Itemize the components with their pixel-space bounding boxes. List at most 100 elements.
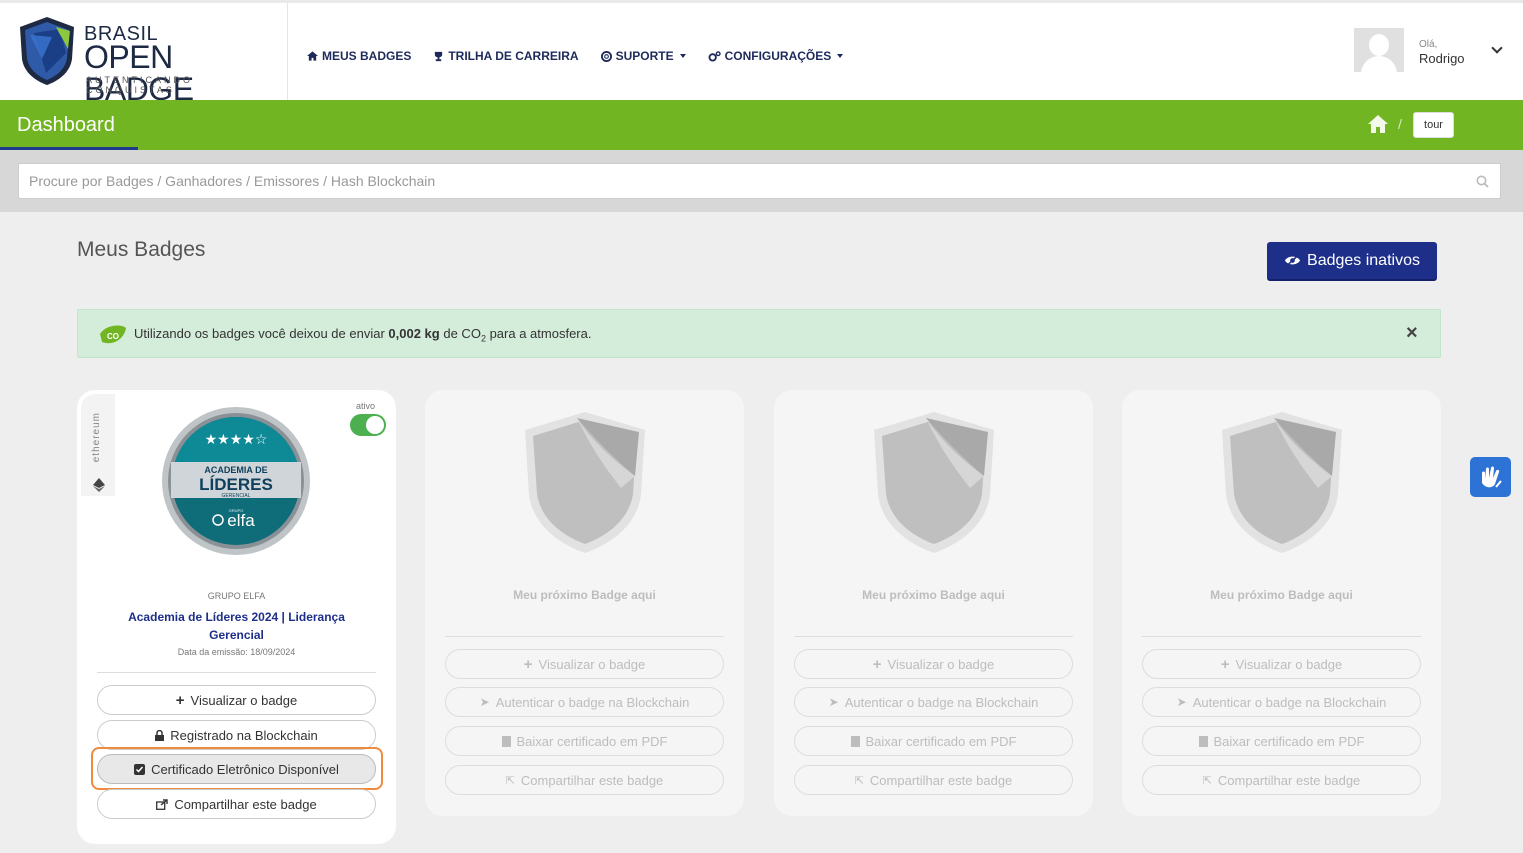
share-icon [156,798,169,810]
main-nav: MEUS BADGES TRILHA DE CARREIRA SUPORTE C… [307,49,844,63]
placeholder-shield-icon [874,412,994,553]
compartilhar-badge-button[interactable]: ⇱ Compartilhar este badge [1142,765,1421,795]
send-icon: ➤ [1176,695,1187,709]
compartilhar-badge-button[interactable]: ⇱ Compartilhar este badge [794,765,1073,795]
top-header: BRASIL OPEN BADGE AUTENTICANDO CONQUISTA… [0,0,1523,105]
blockchain-tab: ethereum [81,394,115,496]
autenticar-blockchain-button[interactable]: ➤ Autenticar o badge na Blockchain [794,687,1073,717]
placeholder-text: Meu próximo Badge aqui [1210,588,1353,602]
compartilhar-badge-button[interactable]: Compartilhar este badge [97,789,376,819]
nav-meus-badges[interactable]: MEUS BADGES [307,49,411,63]
user-name: Rodrigo [1419,51,1465,66]
button-label: Baixar certificado em PDF [1213,733,1365,749]
badge-line-2: LÍDERES [199,475,273,494]
baixar-pdf-button[interactable]: Baixar certificado em PDF [1142,726,1421,756]
baixar-pdf-button[interactable]: Baixar certificado em PDF [794,726,1073,756]
button-label: Autenticar o badge na Blockchain [1192,694,1387,710]
co2-leaf-icon: CO [100,325,126,344]
button-label: Visualizar o badge [538,656,646,672]
co2-icon-label: CO [107,332,119,341]
nav-label: TRILHA DE CARREIRA [448,49,579,63]
blockchain-label: ethereum [91,412,102,463]
visualizar-badge-button[interactable]: + Visualizar o badge [97,685,376,715]
visualizar-badge-button[interactable]: + Visualizar o badge [794,649,1073,679]
button-label: Baixar certificado em PDF [865,733,1017,749]
share-icon: ⇱ [854,774,864,787]
sign-language-accessibility-button[interactable] [1470,457,1511,497]
compartilhar-badge-button[interactable]: ⇱ Compartilhar este badge [445,765,724,795]
empty-badge-card: Meu próximo Badge aqui + Visualizar o bad… [1122,390,1441,816]
tour-button[interactable]: tour [1413,112,1454,138]
placeholder-shield-icon [525,412,645,553]
nav-configuracoes[interactable]: CONFIGURAÇÕES [708,49,844,63]
badge-issuer: GRUPO ELFA [207,591,266,601]
brand-logo[interactable]: BRASIL OPEN BADGE AUTENTICANDO CONQUISTA… [0,3,288,105]
visualizar-badge-button[interactable]: + Visualizar o badge [1142,649,1421,679]
badge-card: ethereum ativo ★★★★☆ ACADEMIA DE LÍDERES… [77,390,396,844]
baixar-pdf-button[interactable]: Baixar certificado em PDF [445,726,724,756]
button-label: Baixar certificado em PDF [516,733,668,749]
placeholder-shield-icon [1222,412,1342,553]
nav-suporte[interactable]: SUPORTE [600,49,686,63]
empty-badge-card: Meu próximo Badge aqui + Visualizar o bad… [425,390,744,816]
share-icon: ⇱ [1202,774,1212,787]
logo-line-2: OPEN BADGE [84,39,194,107]
button-label: Autenticar o badge na Blockchain [844,694,1039,710]
divider [1142,636,1421,637]
section-title: Meus Badges [77,238,206,261]
registrado-blockchain-button[interactable]: Registrado na Blockchain [97,720,376,750]
send-icon: ➤ [479,695,490,709]
file-icon [850,735,860,747]
hands-icon [1482,466,1502,488]
button-label: Registrado na Blockchain [170,727,318,743]
close-icon[interactable]: × [1406,322,1418,345]
divider [794,636,1073,637]
button-label: Visualizar o badge [887,656,995,672]
page-header-bar: Dashboard [0,100,1523,150]
badges-inativos-button[interactable]: Badges inativos [1267,242,1437,281]
button-label: Compartilhar este badge [869,772,1013,788]
lock-icon [155,729,165,741]
logo-tagline: AUTENTICANDO CONQUISTAS [86,75,194,95]
co2-amount: 0,002 kg [388,326,440,341]
svg-text:★★★★☆: ★★★★☆ [205,432,268,448]
badge-date: Data da emissão: 18/09/2024 [177,647,296,657]
status-label: ativo [356,401,376,411]
alert-prefix: Utilizando os badges você deixou de envi… [134,326,385,341]
home-icon [307,51,318,61]
search-input[interactable]: Procure por Badges / Ganhadores / Emisso… [18,163,1501,199]
button-label: Compartilhar este badge [1217,772,1361,788]
divider [97,672,376,673]
button-label: Visualizar o badge [190,692,298,708]
divider [445,636,724,637]
highlight-outline [91,747,383,790]
alert-message: Utilizando os badges você deixou de envi… [134,326,591,344]
nav-trilha-de-carreira[interactable]: TRILHA DE CARREIRA [433,49,579,63]
autenticar-blockchain-button[interactable]: ➤ Autenticar o badge na Blockchain [445,687,724,717]
caret-down-icon [837,54,844,58]
shield-logo-icon [20,17,74,85]
search-icon[interactable] [1476,175,1489,188]
badge-title[interactable]: Academia de Líderes 2024 | Liderança Ger… [107,608,366,644]
ethereum-icon [93,478,105,492]
alert-middle: de CO [443,326,481,341]
plus-icon: + [175,691,185,709]
active-toggle[interactable] [350,414,386,436]
chevron-down-icon[interactable] [1491,42,1503,54]
send-icon: ➤ [828,695,839,709]
share-icon: ⇱ [505,774,515,787]
button-label: Badges inativos [1307,251,1420,269]
visualizar-badge-button[interactable]: + Visualizar o badge [445,649,724,679]
avatar [1354,28,1404,72]
breadcrumb-separator: / [1398,116,1402,132]
user-menu[interactable]: Olá, Rodrigo [1354,28,1504,74]
autenticar-blockchain-button[interactable]: ➤ Autenticar o badge na Blockchain [1142,687,1421,717]
nav-label: MEUS BADGES [322,49,412,63]
empty-badge-card: Meu próximo Badge aqui + Visualizar o bad… [774,390,1093,816]
badge-image[interactable]: ★★★★☆ ACADEMIA DE LÍDERES GERENCIAL GRUP… [161,406,311,556]
breadcrumb-home-icon[interactable] [1368,115,1388,133]
search-bar: Procure por Badges / Ganhadores / Emisso… [0,150,1523,212]
eye-slash-icon [1284,254,1301,267]
nav-label: SUPORTE [615,49,674,63]
button-label: Compartilhar este badge [174,796,317,812]
